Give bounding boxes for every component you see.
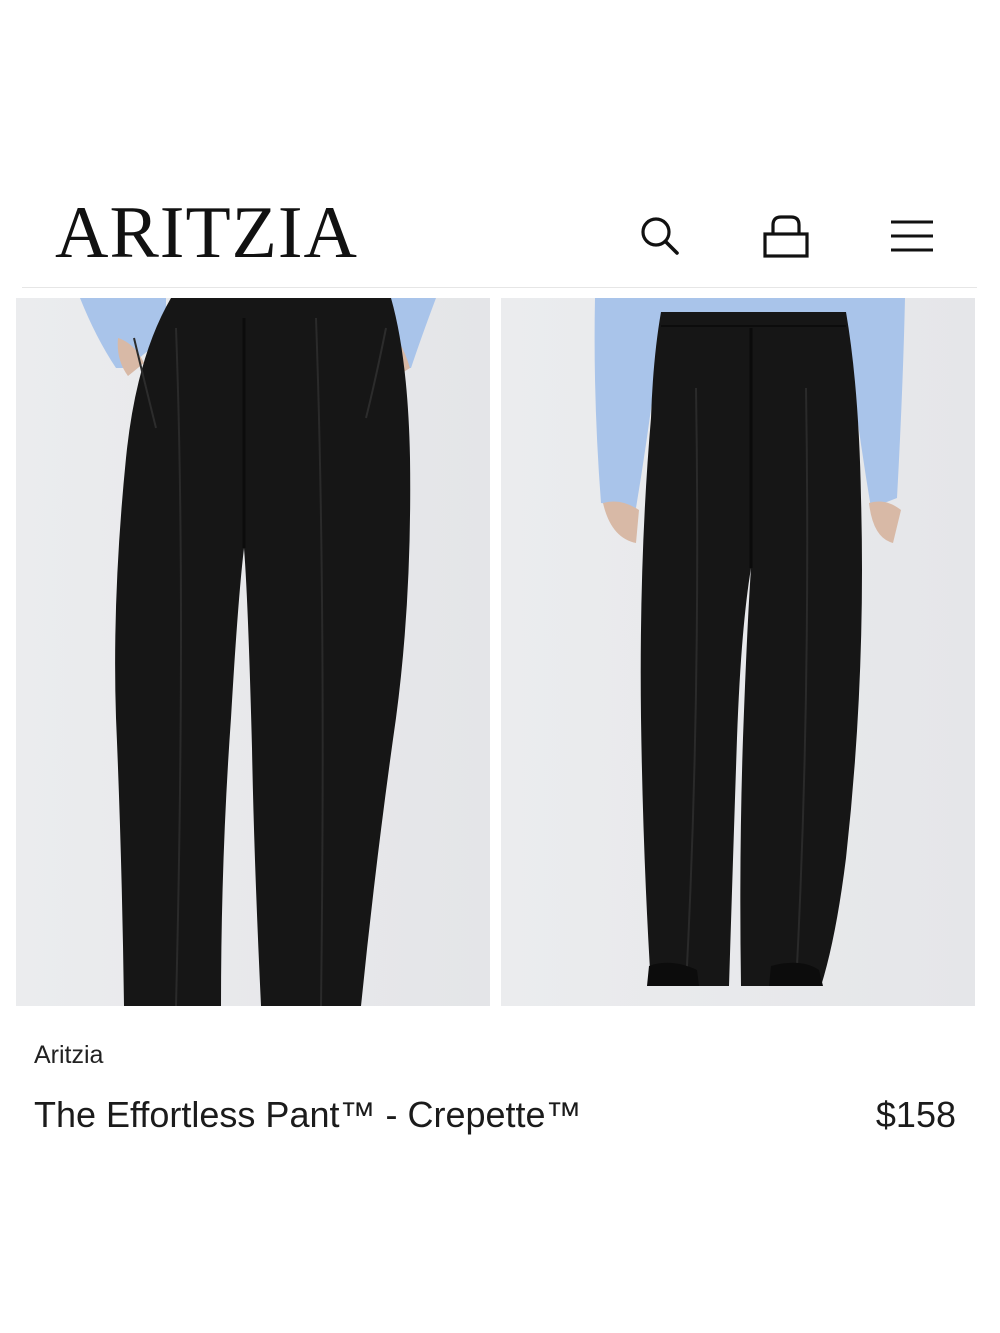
bag-button[interactable]	[758, 208, 814, 264]
product-price: $158	[875, 1094, 956, 1135]
product-image-back[interactable]	[501, 298, 975, 1006]
hamburger-menu-icon	[891, 220, 933, 252]
search-button[interactable]	[632, 208, 688, 264]
site-header: ARITZIA	[0, 0, 1000, 290]
menu-button[interactable]	[884, 208, 940, 264]
search-icon	[641, 217, 679, 255]
header-divider	[22, 287, 977, 288]
product-name[interactable]: The Effortless Pant™ - Crepette™	[34, 1094, 582, 1136]
aritzia-logo[interactable]: ARITZIA	[55, 196, 358, 270]
product-image-front[interactable]	[16, 298, 490, 1006]
bag-icon	[763, 215, 809, 258]
product-brand: Aritzia	[34, 1041, 104, 1069]
